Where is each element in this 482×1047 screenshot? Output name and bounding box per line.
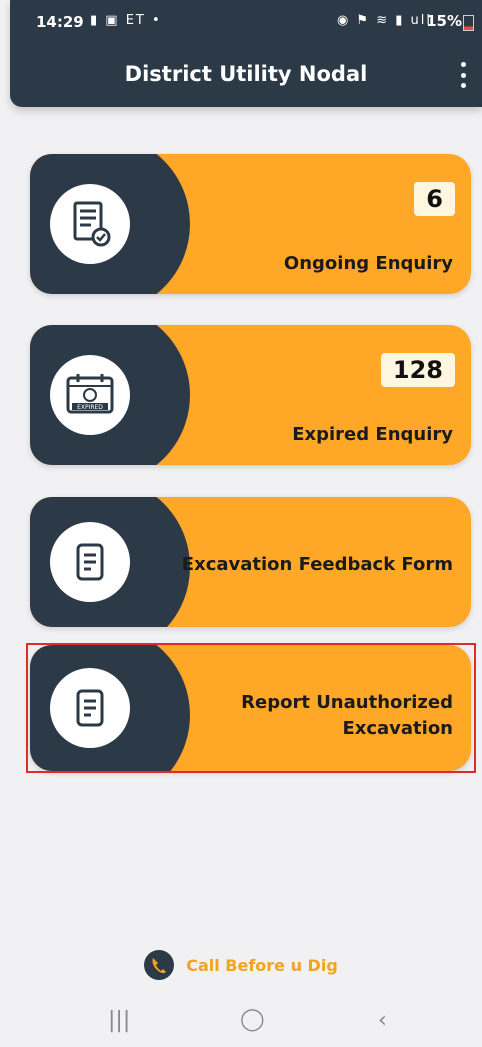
status-time: 14:29	[36, 13, 84, 31]
page-title: District Utility Nodal	[124, 62, 368, 86]
overflow-menu-icon[interactable]	[458, 62, 468, 88]
expired-count-badge: 128	[380, 353, 455, 387]
system-navigation-bar: ||| ◯ ‹	[0, 1003, 482, 1047]
calendar-expired-icon: EXPIRED	[50, 355, 130, 435]
status-bar: 14:29 ▮ ▣ ET • ◉ ⚑ ≋ ▮ ull 15%	[10, 0, 482, 44]
back-icon[interactable]: ‹	[378, 1008, 387, 1033]
call-before-dig-brand[interactable]: Call Before u Dig	[144, 950, 338, 980]
app-header: 14:29 ▮ ▣ ET • ◉ ⚑ ≋ ▮ ull 15% District …	[10, 0, 482, 107]
expired-enquiry-card[interactable]: EXPIRED 128 Expired Enquiry	[30, 325, 471, 465]
phone-dig-logo-icon	[144, 950, 175, 980]
report-label-line2: Excavation	[342, 718, 453, 739]
status-left-icons: ▮ ▣ ET •	[90, 13, 162, 28]
brand-text: Call Before u Dig	[186, 955, 338, 975]
form-icon	[50, 668, 130, 748]
expired-enquiry-label: Expired Enquiry	[292, 424, 453, 445]
footer: Call Before u Dig	[0, 950, 482, 980]
svg-text:EXPIRED: EXPIRED	[77, 404, 103, 411]
report-unauthorized-label: Report Unauthorized Excavation	[241, 690, 453, 742]
battery-icon	[463, 15, 474, 31]
status-right-icons: ◉ ⚑ ≋ ▮ ull	[336, 13, 432, 28]
form-icon	[50, 522, 130, 602]
report-label-line1: Report Unauthorized	[241, 692, 453, 713]
ongoing-enquiry-label: Ongoing Enquiry	[283, 253, 453, 274]
excavation-feedback-card[interactable]: Excavation Feedback Form	[30, 497, 471, 627]
document-check-icon	[50, 184, 130, 264]
home-icon[interactable]: ◯	[240, 1007, 265, 1032]
recent-apps-icon[interactable]: |||	[108, 1008, 130, 1033]
report-unauthorized-card[interactable]: Report Unauthorized Excavation	[30, 645, 471, 771]
ongoing-count-badge: 6	[414, 182, 455, 216]
battery-percentage: 15%	[426, 12, 462, 30]
excavation-feedback-label: Excavation Feedback Form	[181, 554, 453, 575]
ongoing-enquiry-card[interactable]: 6 Ongoing Enquiry	[30, 154, 471, 294]
